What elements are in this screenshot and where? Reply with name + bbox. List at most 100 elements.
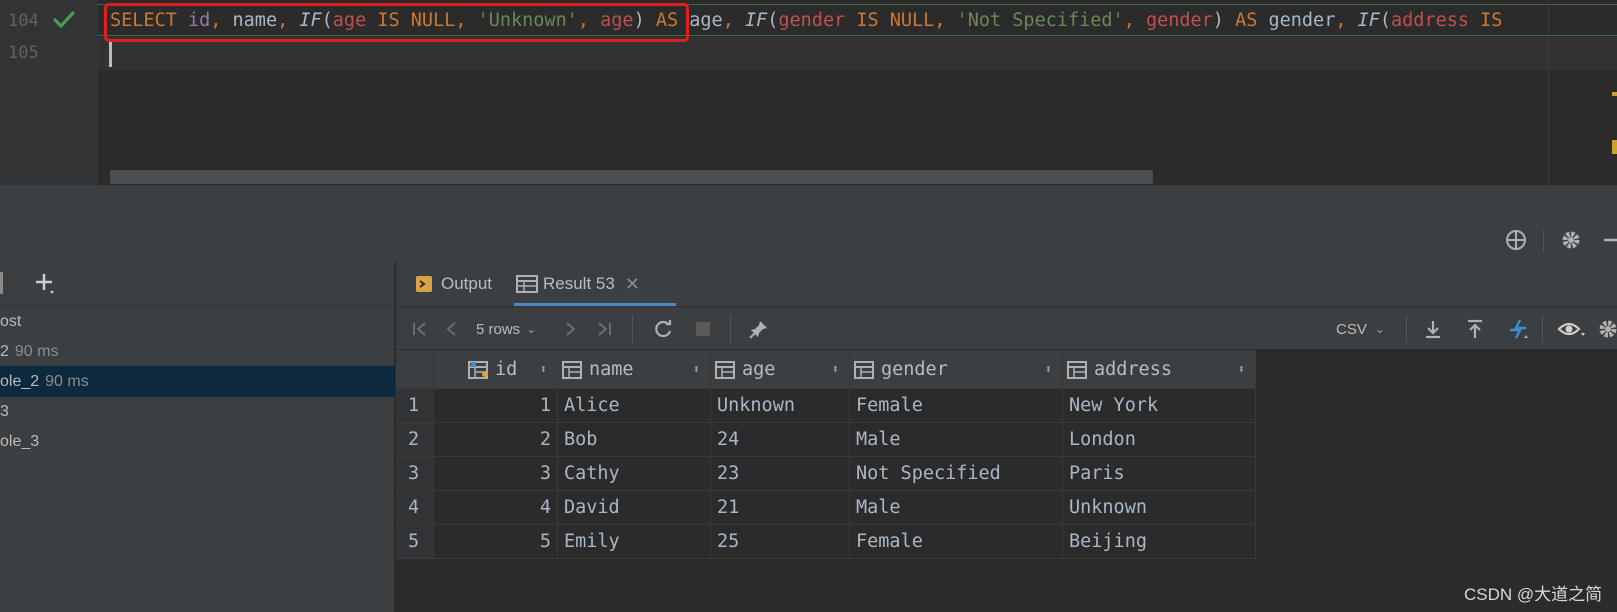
tab-result-label: Result 53 <box>543 274 615 293</box>
annotation-highlight-box <box>104 3 689 42</box>
sql-token: gender <box>1145 10 1213 31</box>
results-tab-bar: Output Result 53 ✕ <box>396 262 1617 306</box>
sort-icon[interactable]: ⬍ <box>540 350 547 388</box>
table-cell-gender[interactable]: Not Specified <box>850 457 1063 491</box>
column-header-label: address <box>1094 359 1172 380</box>
table-cell-age[interactable]: Unknown <box>711 389 850 423</box>
column-header-age[interactable]: age ⬍ <box>711 350 850 389</box>
warning-marker[interactable] <box>1612 140 1617 154</box>
tree-item-label: ole_2 <box>0 373 40 390</box>
column-icon <box>1067 361 1087 379</box>
sql-token: ( <box>767 10 779 31</box>
first-page-icon[interactable] <box>408 315 432 343</box>
table-cell-age[interactable]: 25 <box>711 525 850 559</box>
table-cell-gender[interactable]: Female <box>850 389 1063 423</box>
pin-tab-icon[interactable] <box>746 315 772 343</box>
export-format-dropdown[interactable]: CSV ⌄ <box>1336 315 1385 343</box>
gear-icon[interactable] <box>1596 315 1617 343</box>
panel-divider[interactable] <box>0 185 1617 218</box>
table-cell-id[interactable]: 1 <box>434 389 558 423</box>
sort-icon[interactable]: ⬍ <box>1045 350 1052 388</box>
grid-corner[interactable] <box>396 350 434 389</box>
table-cell-id[interactable]: 5 <box>434 525 558 559</box>
page-size-dropdown[interactable]: 5 rows ⌄ <box>476 315 536 343</box>
services-tree-item[interactable]: ole_3 <box>0 426 395 457</box>
view-eye-icon[interactable] <box>1554 315 1590 343</box>
table-cell-age[interactable]: 23 <box>711 457 850 491</box>
line-number: 104 <box>8 11 39 31</box>
locate-crosshair-icon[interactable] <box>1502 226 1530 254</box>
table-cell-gender[interactable]: Male <box>850 491 1063 525</box>
minimize-icon[interactable] <box>1598 226 1617 254</box>
gear-icon[interactable] <box>1557 226 1585 254</box>
tab-output[interactable]: Output <box>414 262 492 306</box>
toolbar-separator <box>632 315 633 343</box>
table-cell-address[interactable]: London <box>1063 423 1256 457</box>
row-number[interactable]: 3 <box>396 457 434 491</box>
download-export-icon[interactable] <box>1420 315 1446 343</box>
warning-marker[interactable] <box>1612 92 1617 96</box>
column-header-name[interactable]: name ⬍ <box>558 350 711 389</box>
table-cell-gender[interactable]: Male <box>850 423 1063 457</box>
services-toolbar <box>0 218 1617 262</box>
services-tree-item[interactable]: ost <box>0 306 395 337</box>
row-number[interactable]: 2 <box>396 423 434 457</box>
sql-token: ) <box>1212 10 1236 31</box>
table-cell-address[interactable]: Paris <box>1063 457 1256 491</box>
sort-icon[interactable]: ⬍ <box>693 350 700 388</box>
services-tree-item[interactable]: ole_2 90 ms <box>0 366 395 397</box>
previous-page-icon[interactable] <box>440 315 464 343</box>
column-header-id[interactable]: id ⬍ <box>434 350 558 389</box>
row-number[interactable]: 1 <box>396 389 434 423</box>
row-number[interactable]: 5 <box>396 525 434 559</box>
text-caret <box>109 42 112 67</box>
table-cell-name[interactable]: Alice <box>558 389 711 423</box>
sql-token: gender <box>778 10 857 31</box>
table-cell-name[interactable]: Emily <box>558 525 711 559</box>
table-cell-age[interactable]: 24 <box>711 423 850 457</box>
sort-icon[interactable]: ⬍ <box>1238 350 1245 388</box>
sql-token: IS NULL <box>856 10 935 31</box>
results-panel: Output Result 53 ✕ 5 rows ⌄ CSV ⌄ id ⬍ n… <box>396 262 1617 612</box>
table-cell-gender[interactable]: Female <box>850 525 1063 559</box>
column-header-label: gender <box>881 359 948 380</box>
close-tab-icon[interactable]: ✕ <box>625 274 640 295</box>
stop-icon[interactable] <box>690 315 716 343</box>
column-header-gender[interactable]: gender ⬍ <box>850 350 1063 389</box>
sql-token: IF <box>1357 10 1380 31</box>
table-cell-age[interactable]: 21 <box>711 491 850 525</box>
sql-editor[interactable]: 104 105 SELECT id, name, IF(age IS NULL,… <box>0 0 1617 185</box>
next-page-icon[interactable] <box>558 315 582 343</box>
services-tree-item[interactable]: 2 90 ms <box>0 336 395 367</box>
sql-token: AS <box>1235 10 1269 31</box>
sql-token: , <box>1335 10 1358 31</box>
collapse-icon[interactable] <box>0 272 3 294</box>
table-cell-name[interactable]: Bob <box>558 423 711 457</box>
table-cell-address[interactable]: Beijing <box>1063 525 1256 559</box>
table-cell-id[interactable]: 3 <box>434 457 558 491</box>
row-number[interactable]: 4 <box>396 491 434 525</box>
add-icon[interactable] <box>32 270 60 298</box>
sql-token: IS <box>1480 10 1503 31</box>
upload-import-icon[interactable] <box>1462 315 1488 343</box>
table-cell-address[interactable]: Unknown <box>1063 491 1256 525</box>
rows-count-label: 5 rows <box>476 320 521 338</box>
table-cell-id[interactable]: 4 <box>434 491 558 525</box>
services-tree-item[interactable]: 3 <box>0 396 395 427</box>
toolbar-separator <box>730 315 731 343</box>
last-page-icon[interactable] <box>592 315 616 343</box>
table-cell-name[interactable]: Cathy <box>558 457 711 491</box>
table-icon <box>516 275 538 293</box>
tree-item-label: 3 <box>0 403 9 420</box>
table-cell-address[interactable]: New York <box>1063 389 1256 423</box>
column-header-address[interactable]: address ⬍ <box>1063 350 1256 389</box>
table-cell-id[interactable]: 2 <box>434 423 558 457</box>
tab-result[interactable]: Result 53 ✕ <box>516 262 640 306</box>
execution-time: 90 ms <box>45 373 89 390</box>
compare-arrows-icon[interactable] <box>1504 315 1532 343</box>
sort-icon[interactable]: ⬍ <box>832 350 839 388</box>
toolbar-separator <box>1542 315 1543 343</box>
refresh-icon[interactable] <box>650 315 676 343</box>
horizontal-scrollbar[interactable] <box>110 170 1153 184</box>
table-cell-name[interactable]: David <box>558 491 711 525</box>
